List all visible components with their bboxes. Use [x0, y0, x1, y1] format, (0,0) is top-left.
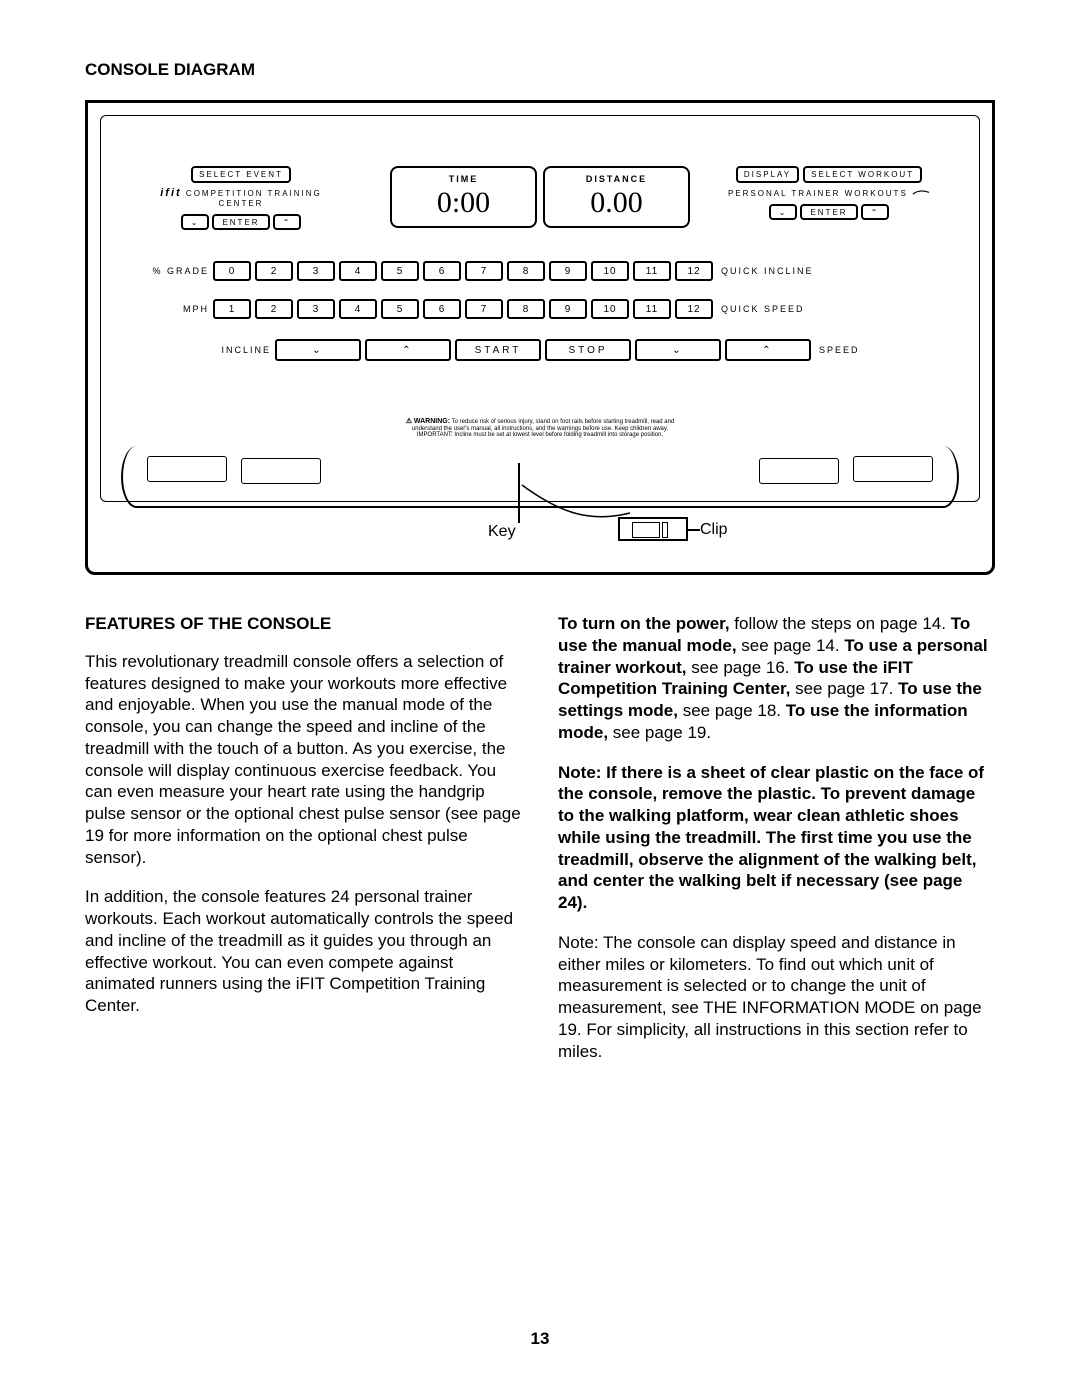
features-paragraph-2: In addition, the console features 24 per… [85, 886, 522, 1017]
ptw-label: PERSONAL TRAINER WORKOUTS [719, 187, 939, 198]
mph-button[interactable]: 3 [297, 299, 335, 319]
mph-button[interactable]: 2 [255, 299, 293, 319]
ifit-text: COMPETITION TRAINING CENTER [182, 189, 322, 208]
incline-down-button[interactable]: ⌄ [275, 339, 361, 361]
warning-text: To reduce risk of serious injury, stand … [412, 419, 674, 438]
ptw-text: PERSONAL TRAINER WORKOUTS [728, 189, 908, 198]
distance-label: DISTANCE [586, 174, 647, 184]
mph-label: MPH [141, 304, 209, 314]
ifit-label: ifit COMPETITION TRAINING CENTER [141, 187, 341, 208]
features-paragraph-1: This revolutionary treadmill console off… [85, 651, 522, 869]
grade-button[interactable]: 9 [549, 261, 587, 281]
clip-callout-label: Clip [700, 521, 728, 539]
mph-button[interactable]: 9 [549, 299, 587, 319]
start-button[interactable]: START [455, 339, 541, 361]
display-button[interactable]: DISPLAY [736, 166, 799, 183]
plastic-note-paragraph: Note: If there is a sheet of clear plast… [558, 762, 995, 914]
incline-up-button[interactable]: ⌃ [365, 339, 451, 361]
grade-button[interactable]: 0 [213, 261, 251, 281]
runner-icon [912, 187, 930, 197]
mph-button[interactable]: 1 [213, 299, 251, 319]
quick-incline-label: QUICK INCLINE [721, 266, 814, 276]
text-run: see page 14. [737, 636, 845, 655]
console-inner-frame: SELECT EVENT ifit COMPETITION TRAINING C… [100, 115, 980, 502]
text-run: To turn on the power, [558, 614, 730, 633]
select-workout-button[interactable]: SELECT WORKOUT [803, 166, 922, 183]
units-note-paragraph: Note: The console can display speed and … [558, 932, 995, 1063]
grade-button[interactable]: 12 [675, 261, 713, 281]
warning-label: ⚠ WARNING: To reduce risk of serious inj… [395, 418, 685, 439]
ifit-up-button[interactable]: ⌃ [273, 214, 302, 230]
quick-speed-label: QUICK SPEED [721, 304, 805, 314]
grade-button[interactable]: 6 [423, 261, 461, 281]
text-run: follow the steps on page 14. [730, 614, 951, 633]
distance-display: DISTANCE 0.00 [543, 166, 690, 228]
grade-button[interactable]: 5 [381, 261, 419, 281]
display-cluster: TIME 0:00 DISTANCE 0.00 [390, 166, 690, 228]
console-diagram: SELECT EVENT ifit COMPETITION TRAINING C… [85, 100, 995, 575]
mph-button[interactable]: 6 [423, 299, 461, 319]
key-callout-label: Key [488, 523, 516, 541]
mph-button[interactable]: 7 [465, 299, 503, 319]
time-display: TIME 0:00 [390, 166, 537, 228]
clip-leader-line [688, 529, 700, 531]
ifit-down-button[interactable]: ⌄ [181, 214, 210, 230]
mph-button[interactable]: 8 [507, 299, 545, 319]
ifit-logo: ifit [160, 187, 181, 199]
text-run: see page 16. [686, 658, 794, 677]
control-row: INCLINE ⌄ ⌃ START STOP ⌄ ⌃ SPEED [211, 336, 869, 364]
trainer-up-button[interactable]: ⌃ [861, 204, 890, 220]
speed-up-button[interactable]: ⌃ [725, 339, 811, 361]
select-event-button[interactable]: SELECT EVENT [191, 166, 291, 183]
text-run: see page 18. [678, 701, 786, 720]
grade-button[interactable]: 7 [465, 261, 503, 281]
time-label: TIME [449, 174, 479, 184]
mph-button[interactable]: 10 [591, 299, 629, 319]
stop-button[interactable]: STOP [545, 339, 631, 361]
grade-button[interactable]: 4 [339, 261, 377, 281]
speed-down-button[interactable]: ⌄ [635, 339, 721, 361]
ifit-enter-button[interactable]: ENTER [212, 214, 269, 230]
mph-button[interactable]: 12 [675, 299, 713, 319]
incline-label: INCLINE [211, 345, 271, 355]
distance-value: 0.00 [590, 186, 643, 220]
warning-prefix: ⚠ WARNING: [406, 418, 450, 425]
grade-button[interactable]: 8 [507, 261, 545, 281]
console-diagram-heading: CONSOLE DIAGRAM [85, 60, 995, 80]
grade-label: % GRADE [141, 266, 209, 276]
trainer-cluster: DISPLAY SELECT WORKOUT PERSONAL TRAINER … [719, 166, 939, 220]
text-run: see page 19. [608, 723, 711, 742]
grade-button[interactable]: 3 [297, 261, 335, 281]
mph-button[interactable]: 5 [381, 299, 419, 319]
mph-button[interactable]: 4 [339, 299, 377, 319]
grade-button[interactable]: 10 [591, 261, 629, 281]
right-column: To turn on the power, follow the steps o… [558, 613, 995, 1080]
trainer-enter-button[interactable]: ENTER [800, 204, 857, 220]
time-value: 0:00 [437, 186, 490, 220]
grade-button[interactable]: 11 [633, 261, 671, 281]
features-heading: FEATURES OF THE CONSOLE [85, 613, 522, 635]
ifit-cluster: SELECT EVENT ifit COMPETITION TRAINING C… [141, 166, 341, 230]
trainer-down-button[interactable]: ⌄ [769, 204, 798, 220]
mph-row: MPH 1 2 3 4 5 6 7 8 9 10 11 12 QUICK SPE… [141, 296, 939, 322]
speed-label: SPEED [819, 345, 869, 355]
safety-clip-icon [618, 517, 688, 541]
text-run: see page 17. [790, 679, 898, 698]
mph-button[interactable]: 11 [633, 299, 671, 319]
grade-button[interactable]: 2 [255, 261, 293, 281]
instructions-paragraph: To turn on the power, follow the steps o… [558, 613, 995, 744]
left-column: FEATURES OF THE CONSOLE This revolutiona… [85, 613, 522, 1080]
page-number: 13 [0, 1329, 1080, 1349]
grade-row: % GRADE 0 2 3 4 5 6 7 8 9 10 11 12 QUICK… [141, 258, 939, 284]
